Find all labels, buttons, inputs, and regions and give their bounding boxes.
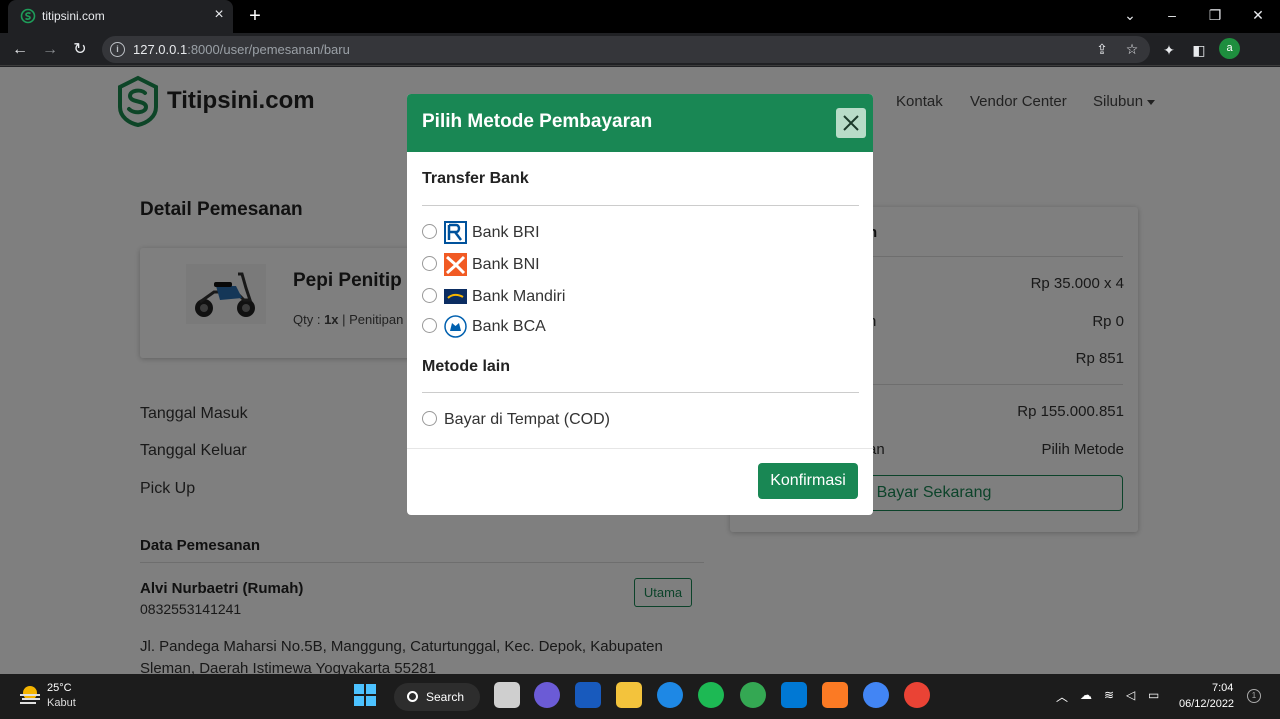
browser-toolbar: ← → ↻ i 127.0.0.1:8000/user/pemesanan/ba… xyxy=(0,33,1280,66)
restore-icon[interactable]: ❐ xyxy=(1195,0,1235,30)
forward-icon[interactable]: → xyxy=(38,38,62,62)
vscode-icon[interactable] xyxy=(781,682,807,708)
search-icon xyxy=(407,691,418,702)
section-divider xyxy=(422,205,859,206)
search-label: Search xyxy=(426,690,465,704)
minimize-icon[interactable]: – xyxy=(1152,0,1192,30)
taskbar-search[interactable]: Search xyxy=(394,683,480,711)
close-window-icon[interactable]: ✕ xyxy=(1238,0,1278,30)
bookmark-star-icon[interactable]: ☆ xyxy=(1122,39,1142,59)
url-text: 127.0.0.1:8000/user/pemesanan/baru xyxy=(133,42,350,57)
task-view-icon[interactable] xyxy=(494,682,520,708)
option-bank-bca[interactable]: Bank BCA xyxy=(422,315,722,338)
konfirmasi-button[interactable]: Konfirmasi xyxy=(758,463,858,499)
site-favicon-icon xyxy=(20,8,36,24)
address-bar[interactable]: i 127.0.0.1:8000/user/pemesanan/baru ⇪ ☆ xyxy=(102,36,1150,63)
tray-cloud-icon[interactable]: ☁ xyxy=(1080,688,1092,702)
file-explorer-icon[interactable] xyxy=(616,682,642,708)
radio-cod[interactable] xyxy=(422,411,437,426)
volume-icon[interactable]: ◁ xyxy=(1126,688,1135,702)
windows-taskbar: 25°C Kabut Search ︿ ☁ ≋ ◁ ▭ 7:04 06/12/2… xyxy=(0,674,1280,719)
word-icon[interactable] xyxy=(575,682,601,708)
modal-title: Pilih Metode Pembayaran xyxy=(422,111,653,132)
tray-chevron-icon[interactable]: ︿ xyxy=(1056,688,1068,705)
tab-title: titipsini.com xyxy=(42,9,105,23)
browser-tab-strip: titipsini.com × + ⌄ – ❐ ✕ xyxy=(0,0,1280,33)
option-cod[interactable]: Bayar di Tempat (COD) xyxy=(422,408,722,430)
profile-avatar[interactable]: a xyxy=(1219,38,1240,59)
option-bank-bni[interactable]: Bank BNI xyxy=(422,253,722,276)
section-divider xyxy=(422,392,859,393)
bri-logo-icon xyxy=(444,221,467,244)
web-page: Titipsini.com Kontak Vendor Center Silub… xyxy=(0,67,1280,674)
reload-icon[interactable]: ↻ xyxy=(68,38,92,62)
chrome-profile-icon[interactable] xyxy=(863,682,889,708)
browser-tab[interactable]: titipsini.com × xyxy=(8,0,233,33)
battery-icon[interactable]: ▭ xyxy=(1148,688,1159,702)
tab-search-chevron-icon[interactable]: ⌄ xyxy=(1110,0,1150,30)
weather-temperature: 25°C xyxy=(47,682,72,694)
modal-header: Pilih Metode Pembayaran xyxy=(407,94,873,152)
site-info-icon[interactable]: i xyxy=(110,42,125,57)
edge-icon[interactable] xyxy=(657,682,683,708)
option-label-mandiri: Bank Mandiri xyxy=(472,288,566,305)
windows-start-icon[interactable] xyxy=(352,682,378,708)
close-icon xyxy=(843,115,859,131)
option-label-cod: Bayar di Tempat (COD) xyxy=(444,411,610,428)
option-bank-mandiri[interactable]: Bank Mandiri xyxy=(422,285,722,307)
modal-close-button[interactable] xyxy=(836,108,866,138)
mandiri-logo-icon xyxy=(444,289,467,304)
radio-bca[interactable] xyxy=(422,318,437,333)
option-label-bri: Bank BRI xyxy=(472,224,540,241)
chrome-icon[interactable] xyxy=(740,682,766,708)
option-label-bca: Bank BCA xyxy=(472,318,546,335)
share-icon[interactable]: ⇪ xyxy=(1092,39,1112,59)
xampp-icon[interactable] xyxy=(822,682,848,708)
transfer-bank-heading: Transfer Bank xyxy=(422,170,529,187)
side-panel-icon[interactable]: ◧ xyxy=(1189,40,1209,60)
chrome-profile-g-icon[interactable] xyxy=(904,682,930,708)
payment-method-modal: Pilih Metode Pembayaran Transfer Bank Ba… xyxy=(407,94,873,515)
weather-fog-icon[interactable] xyxy=(18,684,42,706)
clock-time[interactable]: 7:04 xyxy=(1212,682,1233,694)
back-icon[interactable]: ← xyxy=(8,38,32,62)
option-bank-bri[interactable]: Bank BRI xyxy=(422,221,722,244)
radio-bri[interactable] xyxy=(422,224,437,239)
new-tab-icon[interactable]: + xyxy=(243,4,267,28)
bca-logo-icon xyxy=(444,315,467,338)
bni-logo-icon xyxy=(444,253,467,276)
option-label-bni: Bank BNI xyxy=(472,256,540,273)
modal-footer-divider xyxy=(407,448,873,449)
metode-lain-heading: Metode lain xyxy=(422,358,511,375)
clock-date[interactable]: 06/12/2022 xyxy=(1179,698,1234,710)
radio-bni[interactable] xyxy=(422,256,437,271)
tab-close-icon[interactable]: × xyxy=(210,6,228,24)
chat-icon[interactable] xyxy=(534,682,560,708)
wifi-icon[interactable]: ≋ xyxy=(1104,688,1114,702)
extensions-icon[interactable]: ✦ xyxy=(1159,40,1179,60)
weather-description: Kabut xyxy=(47,697,76,709)
spotify-icon[interactable] xyxy=(698,682,724,708)
radio-mandiri[interactable] xyxy=(422,288,437,303)
notification-icon[interactable]: 1 xyxy=(1247,689,1261,703)
